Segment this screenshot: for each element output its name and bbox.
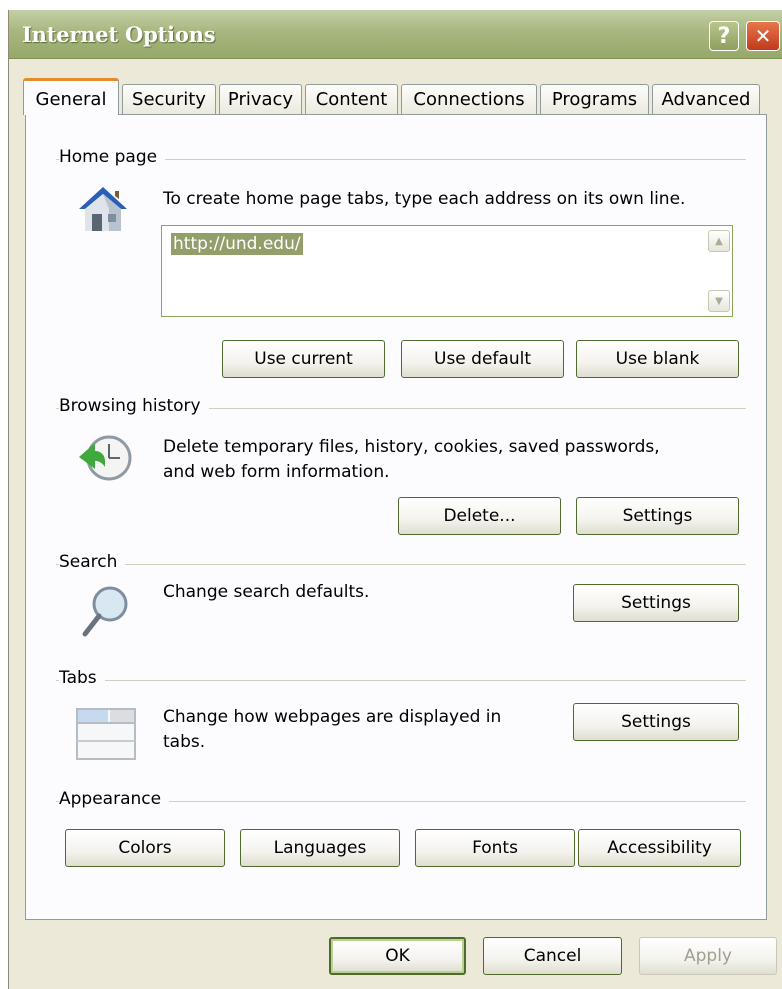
- button-label: Fonts: [472, 838, 518, 858]
- fonts-button[interactable]: Fonts: [415, 829, 575, 867]
- use-blank-button[interactable]: Use blank: [576, 340, 739, 378]
- tab-label: Privacy: [227, 89, 294, 110]
- tab-label: Connections: [413, 89, 525, 110]
- home-page-heading: Home page: [59, 147, 166, 167]
- help-button[interactable]: ?: [709, 21, 739, 51]
- button-label: Colors: [118, 838, 172, 858]
- tabs-heading: Tabs: [59, 668, 105, 688]
- window-title: Internet Options: [22, 22, 216, 47]
- title-bar[interactable]: Internet Options ? ✕: [9, 10, 782, 59]
- button-label: Use current: [254, 349, 353, 369]
- search-divider: [56, 564, 746, 565]
- use-current-button[interactable]: Use current: [222, 340, 385, 378]
- general-tab-panel: Home page To create home page tabs, type…: [25, 114, 767, 920]
- tabs-description-line2: tabs.: [163, 732, 206, 752]
- tab-label: Advanced: [661, 89, 751, 110]
- colors-button[interactable]: Colors: [65, 829, 225, 867]
- ok-button[interactable]: OK: [329, 937, 466, 975]
- button-label: Accessibility: [607, 838, 712, 858]
- appearance-heading: Appearance: [59, 789, 170, 809]
- tab-advanced[interactable]: Advanced: [652, 84, 760, 114]
- button-label: Languages: [273, 838, 367, 858]
- button-label: Settings: [621, 593, 691, 613]
- tab-content[interactable]: Content: [305, 84, 398, 114]
- tabs-window-icon: [76, 708, 136, 760]
- tabs-settings-button[interactable]: Settings: [573, 703, 739, 741]
- tab-connections[interactable]: Connections: [401, 84, 537, 114]
- browsing-history-description-line1: Delete temporary files, history, cookies…: [163, 437, 660, 457]
- close-button[interactable]: ✕: [746, 21, 780, 51]
- chevron-up-icon: ▲: [715, 235, 723, 247]
- scroll-down-button[interactable]: ▼: [708, 290, 730, 312]
- home-icon: [79, 187, 127, 231]
- button-label: Use default: [434, 349, 531, 369]
- scroll-up-button[interactable]: ▲: [708, 230, 730, 252]
- help-icon: ?: [717, 23, 731, 49]
- search-description: Change search defaults.: [163, 582, 370, 602]
- tab-label: Security: [132, 89, 206, 110]
- tab-programs[interactable]: Programs: [540, 84, 649, 114]
- button-label: Use blank: [615, 349, 700, 369]
- history-clock-icon: [79, 435, 132, 481]
- browsing-history-heading: Browsing history: [59, 396, 209, 416]
- button-label: Apply: [684, 946, 732, 966]
- accessibility-button[interactable]: Accessibility: [578, 829, 741, 867]
- cancel-button[interactable]: Cancel: [483, 937, 622, 975]
- chevron-down-icon: ▼: [715, 295, 723, 307]
- use-default-button[interactable]: Use default: [401, 340, 564, 378]
- tab-label: Programs: [551, 89, 638, 110]
- home-page-instruction: To create home page tabs, type each addr…: [163, 189, 686, 209]
- tab-label: Content: [315, 89, 388, 110]
- tab-security[interactable]: Security: [122, 84, 216, 114]
- button-label: Cancel: [523, 946, 582, 966]
- magnifier-icon: [82, 586, 128, 637]
- delete-history-button[interactable]: Delete...: [398, 497, 561, 535]
- apply-button[interactable]: Apply: [639, 937, 777, 975]
- home-page-url-value[interactable]: http://und.edu/: [171, 233, 303, 255]
- home-page-url-textarea[interactable]: http://und.edu/ ▲ ▼: [161, 225, 733, 317]
- button-label: Settings: [622, 506, 693, 526]
- tab-label: General: [35, 89, 107, 110]
- close-icon: ✕: [754, 24, 772, 48]
- button-label: OK: [385, 946, 410, 966]
- search-settings-button[interactable]: Settings: [573, 584, 739, 622]
- tab-privacy[interactable]: Privacy: [219, 84, 302, 114]
- tab-general[interactable]: General: [23, 78, 119, 115]
- internet-options-dialog: Internet Options ? ✕ General Security Pr…: [8, 10, 782, 989]
- search-heading: Search: [59, 552, 126, 572]
- button-label: Delete...: [443, 506, 516, 526]
- tabs-description-line1: Change how webpages are displayed in: [163, 707, 502, 727]
- browsing-history-description-line2: and web form information.: [163, 462, 390, 482]
- languages-button[interactable]: Languages: [240, 829, 400, 867]
- button-label: Settings: [621, 712, 691, 732]
- browsing-history-settings-button[interactable]: Settings: [576, 497, 739, 535]
- tabs-divider: [56, 680, 746, 681]
